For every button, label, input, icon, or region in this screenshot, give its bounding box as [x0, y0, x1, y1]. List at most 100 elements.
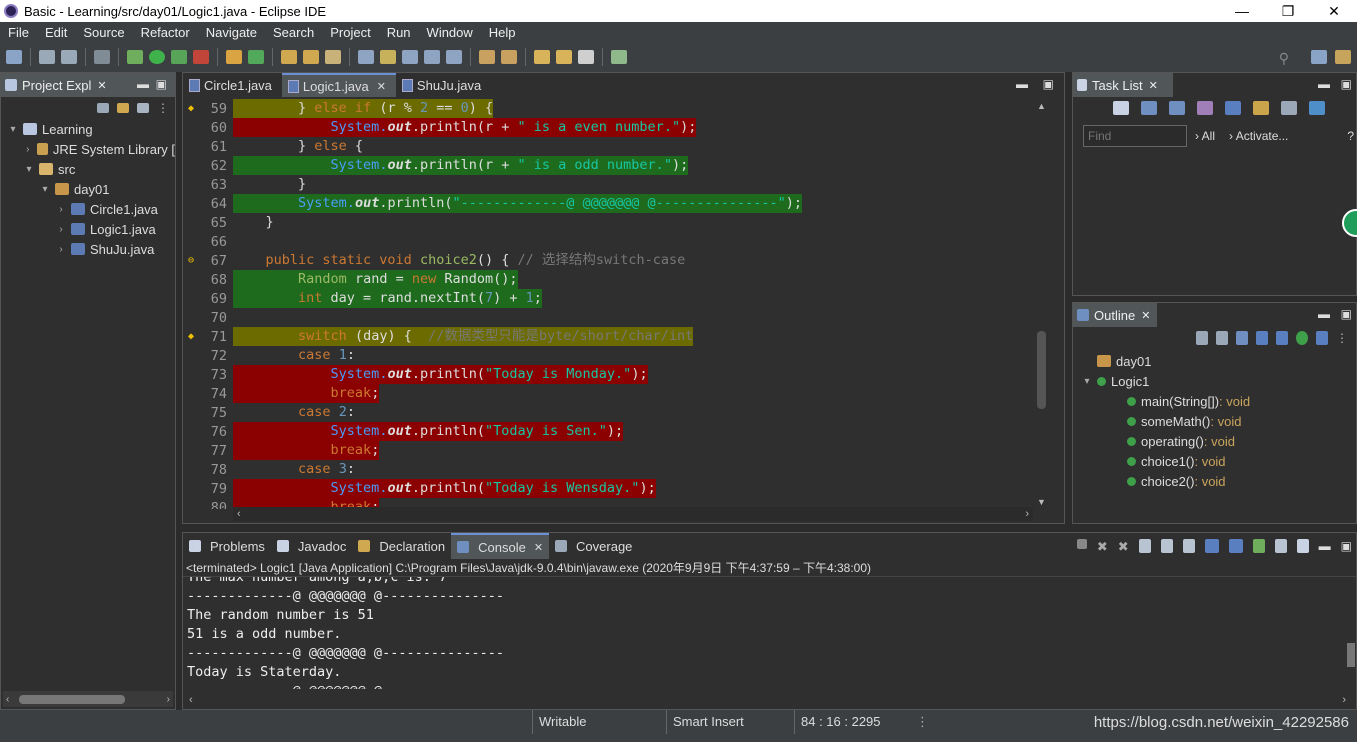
console-output[interactable]: The max number among a,b,c is: 7 --------…	[187, 577, 1337, 689]
focus-icon[interactable]	[1197, 101, 1213, 115]
restore-button[interactable]: ❐	[1265, 0, 1311, 22]
menu-edit[interactable]: Edit	[37, 25, 75, 40]
show-on-error-icon[interactable]	[1228, 539, 1243, 553]
minimize-editor-icon[interactable]: ▬	[1016, 77, 1028, 91]
menu-project[interactable]: Project	[322, 25, 378, 40]
categorized-icon[interactable]	[1141, 101, 1157, 115]
previous-annotation-icon[interactable]	[501, 50, 517, 64]
minimize-button[interactable]: —	[1219, 0, 1265, 22]
console-tab-problems[interactable]: Problems	[183, 533, 271, 559]
expand-toggle-icon[interactable]: ›	[23, 144, 33, 155]
synchronize-icon[interactable]	[1253, 101, 1269, 115]
minimize-view-icon[interactable]: ▬	[137, 77, 149, 91]
sort-icon[interactable]	[1236, 331, 1248, 345]
open-console-icon[interactable]	[611, 50, 627, 64]
scheduled-icon[interactable]	[1169, 101, 1185, 115]
block-selection-icon[interactable]	[402, 50, 418, 64]
menu-refactor[interactable]: Refactor	[133, 25, 198, 40]
tree-item[interactable]: › ShuJu.java	[1, 239, 175, 259]
outline-item[interactable]: choice1() : void	[1081, 451, 1250, 471]
code-line[interactable]: 73 System.out.println("Today is Monday."…	[183, 365, 1036, 384]
editor-tab[interactable]: Logic1.java ✕	[281, 73, 396, 97]
expand-toggle-icon[interactable]: ▾	[1081, 376, 1093, 387]
run-icon[interactable]	[149, 50, 165, 64]
search-tool-icon[interactable]	[325, 50, 341, 64]
scroll-right-icon[interactable]: ›	[167, 694, 170, 705]
outline-item[interactable]: someMath() : void	[1081, 411, 1250, 431]
code-line[interactable]: 74 break;	[183, 384, 1036, 403]
code-line[interactable]: 68 Random rand = new Random();	[183, 270, 1036, 289]
outline-item[interactable]: ▾ Logic1	[1081, 371, 1250, 391]
tree-item[interactable]: › Circle1.java	[1, 199, 175, 219]
tree-item[interactable]: ▾ Learning	[1, 119, 175, 139]
code-line[interactable]: 69 int day = rand.nextInt(7) + 1;	[183, 289, 1036, 308]
menu-navigate[interactable]: Navigate	[198, 25, 265, 40]
status-insert-mode[interactable]: Smart Insert	[666, 710, 792, 734]
close-icon[interactable]: ✕	[534, 541, 543, 554]
close-button[interactable]: ✕	[1311, 0, 1357, 22]
expand-toggle-icon[interactable]: ›	[55, 224, 67, 235]
view-menu-icon[interactable]: ⋮	[1336, 331, 1348, 345]
console-horizontal-scrollbar[interactable]: ‹ ›	[185, 693, 1350, 707]
last-edit-location-icon[interactable]	[534, 50, 550, 64]
toggle-mark-occurrences-icon[interactable]	[358, 50, 374, 64]
expand-toggle-icon[interactable]: ▾	[7, 124, 19, 135]
scroll-down-icon[interactable]: ▼	[1037, 497, 1046, 507]
console-tab-javadoc[interactable]: Javadoc	[271, 533, 352, 559]
scrollbar-thumb[interactable]	[19, 695, 125, 704]
new-class-icon[interactable]	[248, 50, 264, 64]
scroll-up-icon[interactable]: ▲	[1037, 101, 1046, 111]
code-line[interactable]: 65 }	[183, 213, 1036, 232]
console-tab-declaration[interactable]: Declaration	[352, 533, 451, 559]
minimize-view-icon[interactable]: ▬	[1319, 539, 1331, 555]
code-line[interactable]: 70	[183, 308, 1036, 327]
minimize-view-icon[interactable]: ▬	[1318, 307, 1330, 321]
open-task-icon[interactable]	[303, 50, 319, 64]
outline-tab[interactable]: Outline ✕	[1073, 303, 1157, 327]
project-explorer-tab[interactable]: Project Expl ✕ ▬ ▣	[1, 73, 175, 97]
expand-toggle-icon[interactable]: ›	[55, 244, 67, 255]
expand-toggle-icon[interactable]: ▾	[23, 164, 35, 175]
code-line[interactable]: 64 System.out.println("-------------@ @@…	[183, 194, 1036, 213]
remove-all-launches-icon[interactable]: ✖	[1118, 539, 1129, 555]
tree-item[interactable]: ▾ src	[1, 159, 175, 179]
new-task-icon[interactable]	[1113, 101, 1129, 115]
code-line[interactable]: 60 System.out.println(r + " is a even nu…	[183, 118, 1036, 137]
open-perspective-icon[interactable]	[1311, 50, 1327, 64]
tree-item[interactable]: › Logic1.java	[1, 219, 175, 239]
scroll-left-icon[interactable]: ‹	[6, 694, 9, 705]
status-cursor-position[interactable]: 84 : 16 : 2295	[794, 710, 910, 734]
code-line[interactable]: 62 System.out.println(r + " is a odd num…	[183, 156, 1036, 175]
code-area[interactable]: ◆ 59 } else if (r % 2 == 0) {60 System.ou…	[183, 99, 1036, 509]
collapse-all-icon[interactable]	[1216, 331, 1228, 345]
menu-run[interactable]: Run	[379, 25, 419, 40]
scroll-lock-icon[interactable]	[1160, 539, 1173, 553]
code-line[interactable]: 63 }	[183, 175, 1036, 194]
save-all-icon[interactable]	[61, 50, 77, 64]
display-console-icon[interactable]	[1274, 539, 1287, 553]
menu-window[interactable]: Window	[419, 25, 481, 40]
maximize-view-icon[interactable]: ▣	[1341, 307, 1352, 321]
collapse-all-icon[interactable]	[1281, 101, 1297, 115]
sync-changed-icon[interactable]	[1309, 101, 1325, 115]
close-icon[interactable]: ✕	[97, 79, 106, 92]
pin-console-icon[interactable]	[1252, 539, 1265, 553]
maximize-view-icon[interactable]: ▣	[1341, 539, 1352, 555]
close-icon[interactable]: ✕	[1141, 309, 1150, 322]
scrollbar-thumb[interactable]	[1037, 331, 1046, 409]
show-whitespace-icon[interactable]	[446, 50, 462, 64]
maximize-editor-icon[interactable]: ▣	[1043, 77, 1054, 91]
back-icon[interactable]	[556, 50, 572, 64]
new-java-project-icon[interactable]	[226, 50, 242, 64]
editor-vertical-scrollbar[interactable]: ▲ ▼	[1034, 99, 1048, 509]
close-icon[interactable]: ✕	[1149, 79, 1158, 92]
show-on-output-icon[interactable]	[1204, 539, 1219, 553]
minimize-view-icon[interactable]: ▬	[1318, 77, 1330, 91]
code-line[interactable]: 66	[183, 232, 1036, 251]
console-vertical-scrollbar[interactable]	[1346, 577, 1356, 693]
menu-source[interactable]: Source	[75, 25, 132, 40]
outline-item[interactable]: main(String[]) : void	[1081, 391, 1250, 411]
code-line[interactable]: 61 } else {	[183, 137, 1036, 156]
editor-horizontal-scrollbar[interactable]: ‹ ›	[233, 507, 1033, 521]
terminate-icon[interactable]	[1076, 539, 1087, 549]
